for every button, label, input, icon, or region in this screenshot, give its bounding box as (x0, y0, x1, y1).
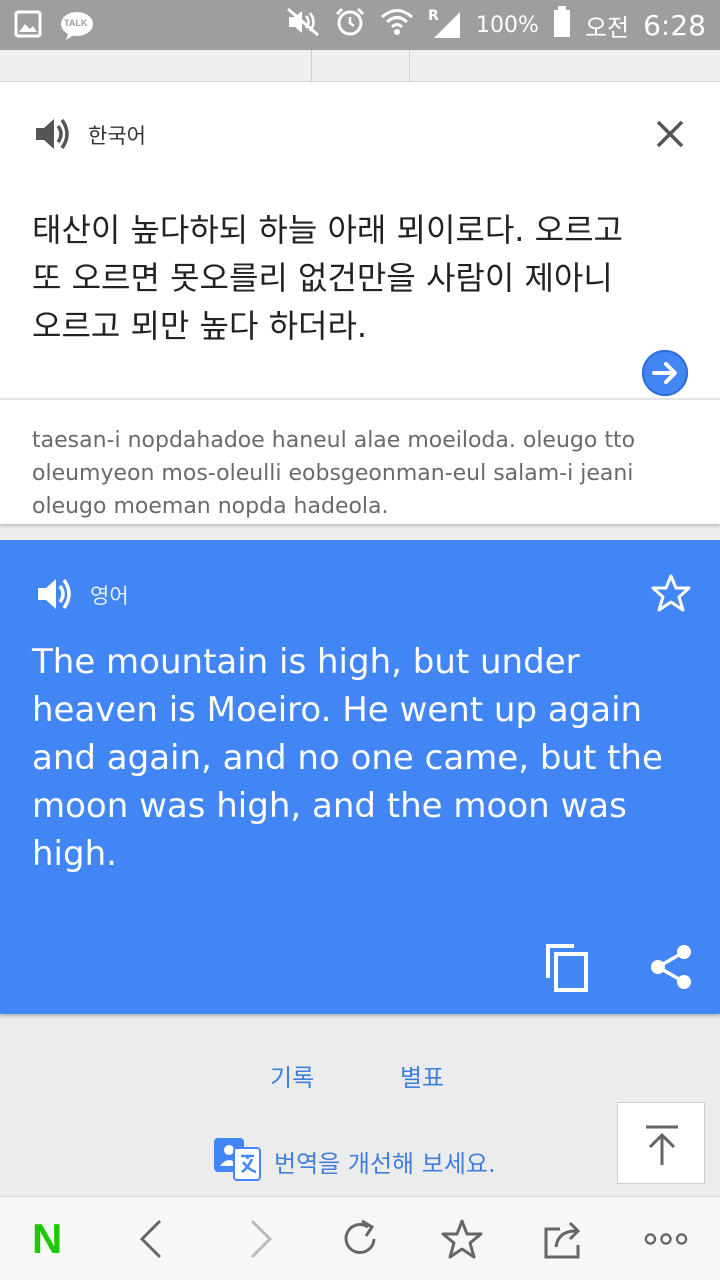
source-language-label: 한국어 (88, 124, 146, 148)
status-bar: TALK R 100% 오전 6:28 (0, 0, 720, 50)
source-divider (0, 398, 720, 400)
mute-icon (286, 7, 320, 43)
copy-icon[interactable] (544, 942, 590, 992)
naver-home-button[interactable]: N (32, 1218, 62, 1260)
alarm-icon (334, 6, 366, 44)
more-options-icon[interactable] (644, 1217, 688, 1261)
scroll-to-top-button[interactable] (617, 1102, 705, 1184)
battery-percent: 100% (476, 12, 539, 38)
time-period: 오전 (584, 13, 630, 42)
battery-icon (553, 6, 571, 44)
roaming-badge: R (428, 8, 439, 24)
talk-badge-text: TALK (64, 18, 88, 28)
speaker-icon[interactable] (32, 114, 72, 158)
source-card: 한국어 태산이 높다하되 하늘 아래 뫼이로다. 오르고 또 오르면 못오를리 … (0, 82, 720, 524)
target-language-label: 영어 (90, 584, 129, 608)
improve-translation-link[interactable]: 번역을 개선해 보세요. (212, 1136, 496, 1186)
signal-icon: R (428, 8, 462, 40)
share-icon[interactable] (650, 944, 692, 990)
browser-toolbar: N (0, 1196, 720, 1280)
refresh-icon[interactable] (338, 1217, 382, 1261)
improve-translation-text: 번역을 개선해 보세요. (274, 1149, 496, 1178)
close-icon[interactable] (650, 114, 690, 154)
history-link[interactable]: 기록 (270, 1058, 314, 1093)
translate-page: TALK R 100% 오전 6:28 한국어 태산이 높다하되 하늘 아래 뫼… (0, 0, 720, 1280)
translate-feedback-icon (212, 1136, 262, 1186)
romanization-text: taesan-i nopdahadoe haneul alae moeiloda… (32, 428, 636, 519)
forward-icon[interactable] (238, 1217, 282, 1261)
star-icon[interactable] (650, 572, 692, 614)
translate-arrow-icon[interactable] (642, 350, 688, 396)
tab-divider (409, 50, 410, 82)
back-icon[interactable] (130, 1217, 174, 1261)
bookmark-star-icon[interactable] (440, 1217, 484, 1261)
source-text[interactable]: 태산이 높다하되 하늘 아래 뫼이로다. 오르고 또 오르면 못오를리 없건만을… (32, 206, 632, 350)
browser-tab-strip (0, 50, 720, 82)
clock-time: 6:28 (643, 8, 706, 42)
speaker-icon[interactable] (34, 574, 74, 618)
share-page-icon[interactable] (542, 1217, 586, 1261)
wifi-icon (380, 7, 414, 43)
result-card: 영어 The mountain is high, but under heave… (0, 540, 720, 1014)
phrasebook-link[interactable]: 별표 (400, 1058, 444, 1093)
tab-divider (311, 50, 312, 82)
gallery-icon (14, 10, 42, 42)
translation-text[interactable]: The mountain is high, but under heaven i… (32, 638, 682, 878)
kakaotalk-icon: TALK (60, 11, 94, 41)
